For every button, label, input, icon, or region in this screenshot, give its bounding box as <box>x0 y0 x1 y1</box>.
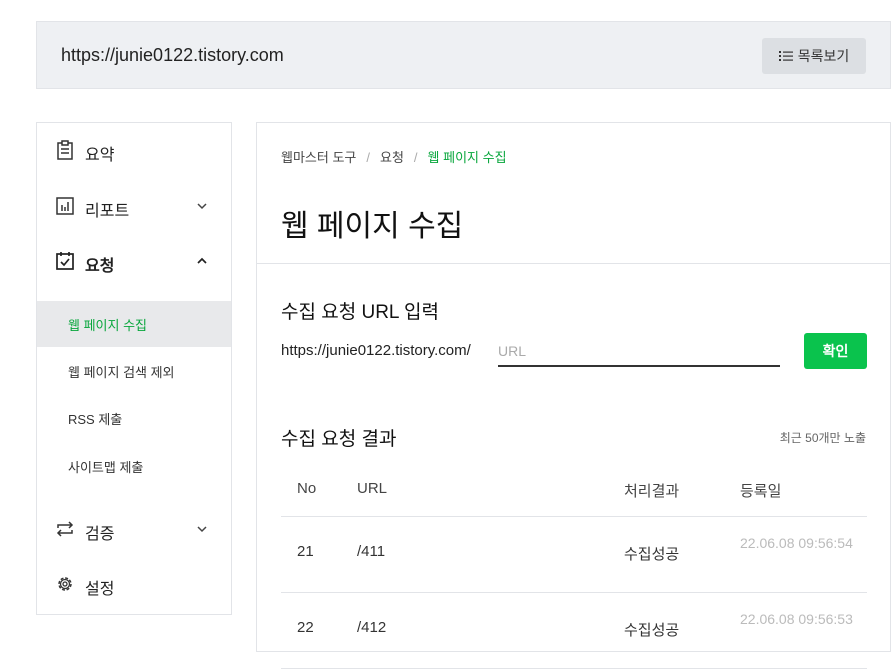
sidebar-item-request[interactable]: 요청 <box>37 242 231 282</box>
divider <box>257 263 890 264</box>
table-row: 22 /412 수집성공 22.06.08 09:56:53 <box>281 593 867 669</box>
url-prefix: https://junie0122.tistory.com/ <box>281 342 471 359</box>
sidebar-subitem-rss-submit[interactable]: RSS 제출 <box>37 395 231 441</box>
sidebar-subitem-label: 웹 페이지 검색 제외 <box>68 365 175 380</box>
breadcrumb-separator: / <box>413 150 418 165</box>
sidebar-subitem-label: 웹 페이지 수집 <box>68 318 147 333</box>
request-section-title: 수집 요청 URL 입력 <box>281 302 440 323</box>
result-section-title: 수집 요청 결과 <box>281 429 397 450</box>
row-date: 22.06.08 09:56:54 <box>740 535 853 551</box>
list-view-label: 목록보기 <box>797 48 850 64</box>
breadcrumb-current: 웹 페이지 수집 <box>427 150 507 165</box>
row-url[interactable]: /411 <box>357 543 385 560</box>
row-result: 수집성공 <box>624 546 680 563</box>
row-url[interactable]: /412 <box>357 619 386 636</box>
gear-icon <box>58 577 72 591</box>
sidebar-item-label: 요약 <box>85 147 115 164</box>
sidebar-item-summary[interactable]: 요약 <box>37 131 231 171</box>
sidebar-item-label: 설정 <box>85 581 115 598</box>
swap-arrows-icon <box>56 521 74 537</box>
sidebar-subitem-webpage-collect[interactable]: 웹 페이지 수집 <box>37 301 231 347</box>
report-chart-icon <box>56 197 74 215</box>
sidebar-item-label: 검증 <box>85 526 115 543</box>
sidebar-subitem-sitemap-submit[interactable]: 사이트맵 제출 <box>37 443 231 489</box>
list-icon <box>778 51 793 61</box>
row-no: 22 <box>297 619 314 636</box>
list-view-button[interactable]: 목록보기 <box>762 38 866 74</box>
chevron-up-icon <box>197 257 207 264</box>
breadcrumb-item[interactable]: 요청 <box>380 150 404 165</box>
column-header-url: URL <box>357 480 388 497</box>
sidebar: 요약 리포트 요청 웹 페이지 수집 웹 페이지 검색 제외 RSS 제출 사이… <box>36 122 232 615</box>
url-input[interactable] <box>498 337 780 367</box>
page-title: 웹 페이지 수집 <box>281 210 464 243</box>
sidebar-item-settings[interactable]: 설정 <box>37 565 231 605</box>
sidebar-subitem-search-exclude[interactable]: 웹 페이지 검색 제외 <box>37 348 231 394</box>
recent-note: 최근 50개만 노출 <box>779 431 866 445</box>
top-bar: https://junie0122.tistory.com 목록보기 <box>36 21 891 89</box>
row-result: 수집성공 <box>624 622 680 639</box>
breadcrumb-item[interactable]: 웹마스터 도구 <box>281 150 356 165</box>
confirm-button[interactable]: 확인 <box>804 333 867 369</box>
row-date: 22.06.08 09:56:53 <box>740 611 853 627</box>
table-row: 21 /411 수집성공 22.06.08 09:56:54 <box>281 517 867 593</box>
sidebar-item-label: 요청 <box>85 258 115 275</box>
checkbox-icon <box>56 252 74 270</box>
breadcrumb: 웹마스터 도구 / 요청 / 웹 페이지 수집 <box>281 147 507 166</box>
site-url[interactable]: https://junie0122.tistory.com <box>61 45 284 66</box>
row-no: 21 <box>297 543 314 560</box>
sidebar-item-verify[interactable]: 검증 <box>37 510 231 550</box>
column-header-date: 등록일 <box>740 483 782 500</box>
sidebar-item-label: 리포트 <box>85 203 130 220</box>
sidebar-subitem-label: RSS 제출 <box>68 412 123 427</box>
table-header: No URL 처리결과 등록일 <box>281 468 867 517</box>
main-panel: 웹마스터 도구 / 요청 / 웹 페이지 수집 웹 페이지 수집 수집 요청 URL 입… <box>256 122 891 669</box>
column-header-result: 처리결과 <box>624 483 680 500</box>
clipboard-icon <box>57 140 73 160</box>
chevron-down-icon <box>197 203 207 210</box>
breadcrumb-separator: / <box>366 150 370 165</box>
sidebar-subitem-label: 사이트맵 제출 <box>68 460 144 475</box>
column-header-no: No <box>297 480 317 497</box>
chevron-down-icon <box>197 526 207 533</box>
sidebar-item-report[interactable]: 리포트 <box>37 187 231 227</box>
